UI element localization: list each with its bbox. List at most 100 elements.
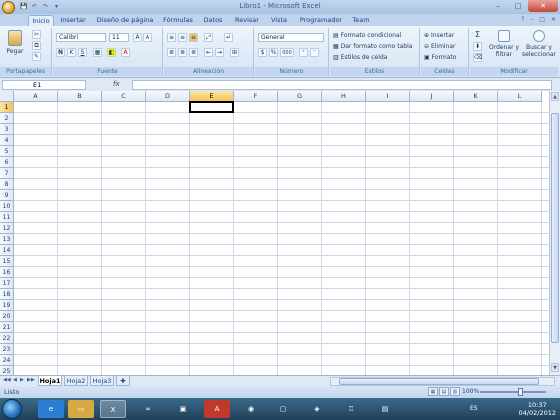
clock[interactable]: 10:37 04/02/2012 <box>519 401 556 417</box>
column-header-b[interactable]: B <box>58 91 102 102</box>
maximize-button[interactable]: □ <box>508 0 528 12</box>
next-sheet-icon[interactable]: ▶ <box>20 377 24 383</box>
app-icon-8[interactable]: ▢ <box>270 400 296 418</box>
column-header-g[interactable]: G <box>278 91 322 102</box>
number-format-combo[interactable]: General <box>258 33 324 42</box>
app-icon-10[interactable]: ♖ <box>338 400 364 418</box>
tab-revisar[interactable]: Revisar <box>232 15 262 26</box>
row-header-12[interactable]: 12 <box>0 223 14 234</box>
tab-programador[interactable]: Programador <box>298 15 344 26</box>
row-header-20[interactable]: 20 <box>0 311 14 322</box>
close-button[interactable]: ✕ <box>528 0 558 12</box>
row-header-17[interactable]: 17 <box>0 278 14 289</box>
first-sheet-icon[interactable]: ◀◀ <box>3 377 11 383</box>
app-icon-4[interactable]: ∞ <box>135 400 161 418</box>
scroll-up-icon[interactable]: ▲ <box>551 92 559 101</box>
zoom-level[interactable]: 100% <box>462 388 479 395</box>
conditional-format-button[interactable]: ▤ Formato condicional <box>333 31 401 40</box>
column-header-f[interactable]: F <box>234 91 278 102</box>
cell-styles-button[interactable]: ▥ Estilos de celda <box>333 53 387 62</box>
app-icon-5[interactable]: ▣ <box>170 400 196 418</box>
worksheet-grid[interactable]: A B C D E F G H I J K L 1 2 3 4 5 6 7 8 9 10 11 12 13 14 15 16 17 18 1… <box>0 91 549 375</box>
align-middle-icon[interactable]: ≡ <box>178 33 187 42</box>
row-header-8[interactable]: 8 <box>0 179 14 190</box>
row-header-21[interactable]: 21 <box>0 322 14 333</box>
row-header-15[interactable]: 15 <box>0 256 14 267</box>
select-all-corner[interactable] <box>0 91 14 102</box>
row-header-1[interactable]: 1 <box>0 102 14 113</box>
align-right-icon[interactable]: ≣ <box>189 48 198 57</box>
insert-cells-button[interactable]: ⊕ Insertar <box>424 31 454 40</box>
font-size-combo[interactable]: 11 <box>109 33 129 42</box>
align-center-icon[interactable]: ≣ <box>178 48 187 57</box>
normal-view-icon[interactable]: ▦ <box>428 387 438 396</box>
column-header-d[interactable]: D <box>146 91 190 102</box>
column-header-c[interactable]: C <box>102 91 146 102</box>
last-sheet-icon[interactable]: ▶▶ <box>27 377 35 383</box>
sheet-tab-hoja1[interactable]: Hoja1 <box>38 376 62 386</box>
row-header-23[interactable]: 23 <box>0 344 14 355</box>
start-button[interactable] <box>2 399 22 419</box>
autosum-button[interactable]: Σ <box>473 31 482 40</box>
formula-input[interactable] <box>132 80 552 90</box>
fill-color-icon[interactable]: ◧ <box>107 48 116 57</box>
row-header-18[interactable]: 18 <box>0 289 14 300</box>
active-cell[interactable] <box>189 101 234 113</box>
row-header-2[interactable]: 2 <box>0 113 14 124</box>
thousands-button[interactable]: 000 <box>280 48 294 57</box>
row-header-25[interactable]: 25 <box>0 366 14 375</box>
format-cells-button[interactable]: ▣ Formato <box>424 53 456 62</box>
find-select-button[interactable]: Buscar y seleccionar <box>520 30 558 58</box>
shrink-font-button[interactable]: A <box>143 33 152 42</box>
app-icon-11[interactable]: ▤ <box>372 400 398 418</box>
row-header-24[interactable]: 24 <box>0 355 14 366</box>
borders-icon[interactable]: ▦ <box>93 48 102 57</box>
row-header-4[interactable]: 4 <box>0 135 14 146</box>
page-layout-view-icon[interactable]: ▤ <box>439 387 449 396</box>
font-name-combo[interactable]: Calibri <box>56 33 106 42</box>
vertical-scrollbar[interactable]: ▲ ▼ <box>549 91 560 375</box>
bold-button[interactable]: N <box>56 48 65 57</box>
row-header-13[interactable]: 13 <box>0 234 14 245</box>
column-header-a[interactable]: A <box>14 91 58 102</box>
new-sheet-icon[interactable]: ✚ <box>116 376 130 386</box>
zoom-slider-knob[interactable] <box>518 388 523 396</box>
column-header-i[interactable]: I <box>366 91 410 102</box>
minimize-button[interactable]: – <box>488 0 508 12</box>
currency-button[interactable]: $ <box>258 48 267 57</box>
workbook-minimize-button[interactable]: – <box>530 16 533 23</box>
scroll-down-icon[interactable]: ▼ <box>551 363 559 372</box>
sheet-tab-hoja3[interactable]: Hoja3 <box>90 376 114 386</box>
horizontal-scroll-thumb[interactable] <box>339 378 539 385</box>
italic-button[interactable]: K <box>67 48 76 57</box>
paste-button[interactable]: Pegar <box>4 30 26 55</box>
increase-indent-icon[interactable]: ⇥ <box>215 48 224 57</box>
page-break-view-icon[interactable]: ▥ <box>450 387 460 396</box>
tab-inicio[interactable]: Inicio <box>28 15 54 26</box>
column-header-h[interactable]: H <box>322 91 366 102</box>
row-header-3[interactable]: 3 <box>0 124 14 135</box>
acrobat-icon[interactable]: A <box>204 400 230 418</box>
insert-function-button[interactable]: fx <box>113 80 120 88</box>
name-box[interactable]: E1 <box>2 80 86 90</box>
format-as-table-button[interactable]: ▦ Dar formato como tabla <box>333 42 412 51</box>
tab-formulas[interactable]: Fórmulas <box>160 15 196 26</box>
tab-team[interactable]: Team <box>350 15 372 26</box>
excel-taskbar-icon[interactable]: X <box>100 400 126 418</box>
merge-center-icon[interactable]: ⊞ <box>230 48 239 57</box>
row-header-10[interactable]: 10 <box>0 201 14 212</box>
tab-vista[interactable]: Vista <box>268 15 290 26</box>
delete-cells-button[interactable]: ⊖ Eliminar <box>424 42 456 51</box>
percent-button[interactable]: % <box>269 48 278 57</box>
tab-insertar[interactable]: Insertar <box>58 15 88 26</box>
decrease-decimal-icon[interactable]: ⁻ <box>310 48 319 57</box>
row-header-7[interactable]: 7 <box>0 168 14 179</box>
tab-diseno-pagina[interactable]: Diseño de página <box>95 15 155 26</box>
copy-icon[interactable]: ⧉ <box>32 41 41 50</box>
sort-filter-button[interactable]: Ordenar y filtrar <box>488 30 520 58</box>
decrease-indent-icon[interactable]: ⇤ <box>204 48 213 57</box>
explorer-icon[interactable]: ▭ <box>68 400 94 418</box>
increase-decimal-icon[interactable]: ⁺ <box>299 48 308 57</box>
wrap-text-icon[interactable]: ↵ <box>224 33 233 42</box>
cut-icon[interactable]: ✂ <box>32 30 41 39</box>
